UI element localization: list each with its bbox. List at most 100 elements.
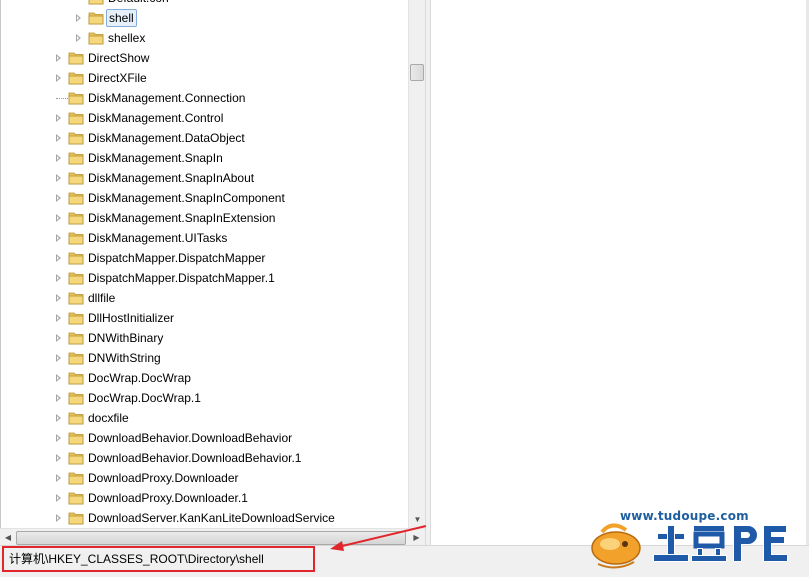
expand-arrow-icon[interactable]: [56, 54, 61, 62]
tree-item-label: DiskManagement.UITasks: [88, 231, 228, 245]
expand-arrow-icon[interactable]: [76, 14, 81, 22]
folder-icon: [68, 212, 84, 225]
expand-arrow-icon[interactable]: [56, 434, 61, 442]
tree-item-label: DownloadBehavior.DownloadBehavior: [88, 431, 293, 445]
tree-item-label: DownloadServer.KanKanLiteDownloadService: [88, 511, 335, 525]
tree-item[interactable]: DocWrap.DocWrap.1: [0, 388, 408, 408]
folder-icon: [68, 392, 84, 405]
expand-arrow-icon[interactable]: [76, 34, 81, 42]
tree-item-label: shellex: [108, 31, 146, 45]
expand-arrow-icon[interactable]: [56, 174, 61, 182]
folder-icon: [68, 472, 84, 485]
tree-item[interactable]: docxfile: [0, 408, 408, 428]
tree-item-label: DocWrap.DocWrap: [88, 371, 191, 385]
tree-item-label: DispatchMapper.DispatchMapper: [88, 251, 266, 265]
tree-item[interactable]: DiskManagement.Control: [0, 108, 408, 128]
tree-item-label: Default.con: [106, 0, 171, 6]
tree-item[interactable]: DiskManagement.SnapInExtension: [0, 208, 408, 228]
expand-arrow-icon[interactable]: [56, 394, 61, 402]
tree-item-label: DiskManagement.SnapIn: [88, 151, 223, 165]
tree-item-label: DiskManagement.Connection: [88, 91, 246, 105]
folder-icon: [68, 372, 84, 385]
folder-icon: [68, 132, 84, 145]
tree-item-label: dllfile: [88, 291, 116, 305]
expand-arrow-icon[interactable]: [56, 194, 61, 202]
folder-icon: [88, 0, 104, 5]
tree-item[interactable]: DNWithString: [0, 348, 408, 368]
expand-arrow-icon[interactable]: [56, 274, 61, 282]
folder-icon: [68, 252, 84, 265]
tree-item[interactable]: DispatchMapper.DispatchMapper: [0, 248, 408, 268]
folder-icon: [88, 32, 104, 45]
expand-arrow-icon[interactable]: [56, 334, 61, 342]
folder-icon: [68, 332, 84, 345]
tree-item[interactable]: DirectXFile: [0, 68, 408, 88]
expand-arrow-icon[interactable]: [56, 314, 61, 322]
tree-item[interactable]: DNWithBinary: [0, 328, 408, 348]
expand-arrow-icon[interactable]: [56, 214, 61, 222]
tree-item[interactable]: DownloadProxy.Downloader.1: [0, 488, 408, 508]
tree-item[interactable]: DirectShow: [0, 48, 408, 68]
expand-arrow-icon[interactable]: [56, 134, 61, 142]
expand-arrow-icon[interactable]: [56, 74, 61, 82]
tree-item-label: DNWithString: [88, 351, 161, 365]
expand-arrow-icon[interactable]: [56, 234, 61, 242]
expand-arrow-icon[interactable]: [56, 254, 61, 262]
expand-arrow-icon[interactable]: [56, 494, 61, 502]
registry-values-pane[interactable]: [431, 0, 809, 545]
expand-arrow-icon[interactable]: [56, 474, 61, 482]
vertical-scroll-thumb[interactable]: [410, 64, 424, 81]
tree-item[interactable]: DiskManagement.DataObject: [0, 128, 408, 148]
expand-arrow-icon[interactable]: [56, 454, 61, 462]
tree-item-label: shell: [106, 9, 137, 27]
tree-item-label: DownloadProxy.Downloader: [88, 471, 239, 485]
expand-arrow-icon[interactable]: [56, 414, 61, 422]
expand-arrow-icon[interactable]: [56, 354, 61, 362]
tree-item[interactable]: DiskManagement.UITasks: [0, 228, 408, 248]
folder-icon: [68, 292, 84, 305]
scroll-left-arrow-icon[interactable]: ◀: [0, 529, 16, 546]
tree-item[interactable]: DispatchMapper.DispatchMapper.1: [0, 268, 408, 288]
tree-item[interactable]: DiskManagement.SnapInComponent: [0, 188, 408, 208]
tree-item-label: DNWithBinary: [88, 331, 164, 345]
tree-item[interactable]: shellex: [0, 28, 408, 48]
status-key-path: 计算机\HKEY_CLASSES_ROOT\Directory\shell: [2, 546, 315, 572]
tree-item[interactable]: dllfile: [0, 288, 408, 308]
expand-arrow-icon[interactable]: [56, 114, 61, 122]
tree-item[interactable]: DownloadBehavior.DownloadBehavior: [0, 428, 408, 448]
tree-item-label: DirectShow: [88, 51, 150, 65]
tree-item[interactable]: DiskManagement.Connection: [0, 88, 408, 108]
watermark-url: www.tudoupe.com: [620, 509, 749, 523]
folder-icon: [68, 72, 84, 85]
registry-key-tree[interactable]: Default.con shell shellex DirectShow DirectX…: [0, 0, 408, 528]
tree-item-label: DiskManagement.DataObject: [88, 131, 245, 145]
expand-arrow-icon[interactable]: [56, 294, 61, 302]
expand-arrow-icon[interactable]: [56, 514, 61, 522]
tree-item[interactable]: DiskManagement.SnapInAbout: [0, 168, 408, 188]
tree-item-label: DiskManagement.Control: [88, 111, 224, 125]
folder-icon: [68, 512, 84, 525]
tree-item[interactable]: Default.con: [0, 0, 408, 8]
tree-item[interactable]: DownloadBehavior.DownloadBehavior.1: [0, 448, 408, 468]
tree-item[interactable]: DocWrap.DocWrap: [0, 368, 408, 388]
folder-icon: [68, 272, 84, 285]
folder-icon: [68, 452, 84, 465]
tree-item-label: DocWrap.DocWrap.1: [88, 391, 201, 405]
folder-icon: [68, 412, 84, 425]
tree-item-label: docxfile: [88, 411, 129, 425]
tree-item-label: DiskManagement.SnapInExtension: [88, 211, 276, 225]
folder-icon: [68, 492, 84, 505]
tree-item[interactable]: DownloadProxy.Downloader: [0, 468, 408, 488]
expand-arrow-icon[interactable]: [56, 154, 61, 162]
tree-item-label: DirectXFile: [88, 71, 147, 85]
tree-item[interactable]: shell: [0, 8, 408, 28]
tree-item-label: DispatchMapper.DispatchMapper.1: [88, 271, 275, 285]
folder-icon: [68, 92, 84, 105]
tree-item-label: DownloadProxy.Downloader.1: [88, 491, 248, 505]
expand-arrow-icon[interactable]: [56, 374, 61, 382]
tree-item[interactable]: DiskManagement.SnapIn: [0, 148, 408, 168]
tree-item-label: DiskManagement.SnapInComponent: [88, 191, 285, 205]
tree-item[interactable]: DllHostInitializer: [0, 308, 408, 328]
folder-icon: [68, 152, 84, 165]
tree-vertical-scrollbar[interactable]: ▼: [408, 0, 426, 528]
